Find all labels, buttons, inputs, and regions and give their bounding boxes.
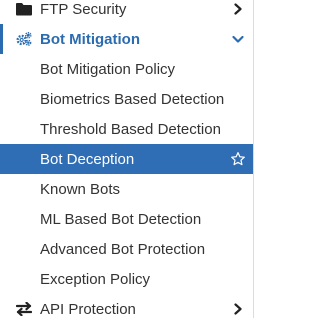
sidebar-item-label: Bot Mitigation (40, 30, 140, 48)
sidebar-subitem-label: Advanced Bot Protection (40, 240, 206, 258)
sidebar-subitem-exception-policy[interactable]: Exception Policy (0, 264, 253, 294)
sidebar-item-label: FTP Security (40, 0, 127, 18)
sidebar-subitem-label: Exception Policy (40, 270, 151, 288)
sidebar-nav: FTP Security Bot Mitigation Bot Mitigati… (0, 0, 254, 318)
sidebar-subitem-known-bots[interactable]: Known Bots (0, 174, 253, 204)
sidebar-subitem-label: Bot Mitigation Policy (40, 60, 176, 78)
sidebar-subitem-biometrics-based-detection[interactable]: Biometrics Based Detection (0, 84, 253, 114)
sidebar-subitem-threshold-based-detection[interactable]: Threshold Based Detection (0, 114, 253, 144)
chevron-right-icon (231, 0, 245, 24)
sidebar-item-label: API Protection (40, 300, 136, 318)
chevron-down-icon (231, 24, 245, 54)
sidebar-subitem-bot-mitigation-policy[interactable]: Bot Mitigation Policy (0, 54, 253, 84)
chevron-right-icon (231, 294, 245, 324)
exchange-arrows-icon (16, 301, 32, 317)
sidebar-subitem-label: Bot Deception (40, 150, 135, 168)
gears-icon (16, 31, 32, 47)
sidebar-subitem-label: Threshold Based Detection (40, 120, 221, 138)
sidebar-item-ftp-security[interactable]: FTP Security (0, 0, 253, 24)
folder-icon (16, 1, 32, 17)
sidebar-subitem-bot-deception[interactable]: Bot Deception (0, 144, 253, 174)
sidebar-subitem-label: Known Bots (40, 180, 121, 198)
star-outline-icon[interactable] (229, 144, 247, 174)
sidebar-item-api-protection[interactable]: API Protection (0, 294, 253, 324)
sidebar-item-bot-mitigation[interactable]: Bot Mitigation (0, 24, 253, 54)
sidebar-subitem-label: Biometrics Based Detection (40, 90, 225, 108)
sidebar-subitem-advanced-bot-protection[interactable]: Advanced Bot Protection (0, 234, 253, 264)
sidebar-subitem-ml-based-bot-detection[interactable]: ML Based Bot Detection (0, 204, 253, 234)
sidebar-subitem-label: ML Based Bot Detection (40, 210, 202, 228)
